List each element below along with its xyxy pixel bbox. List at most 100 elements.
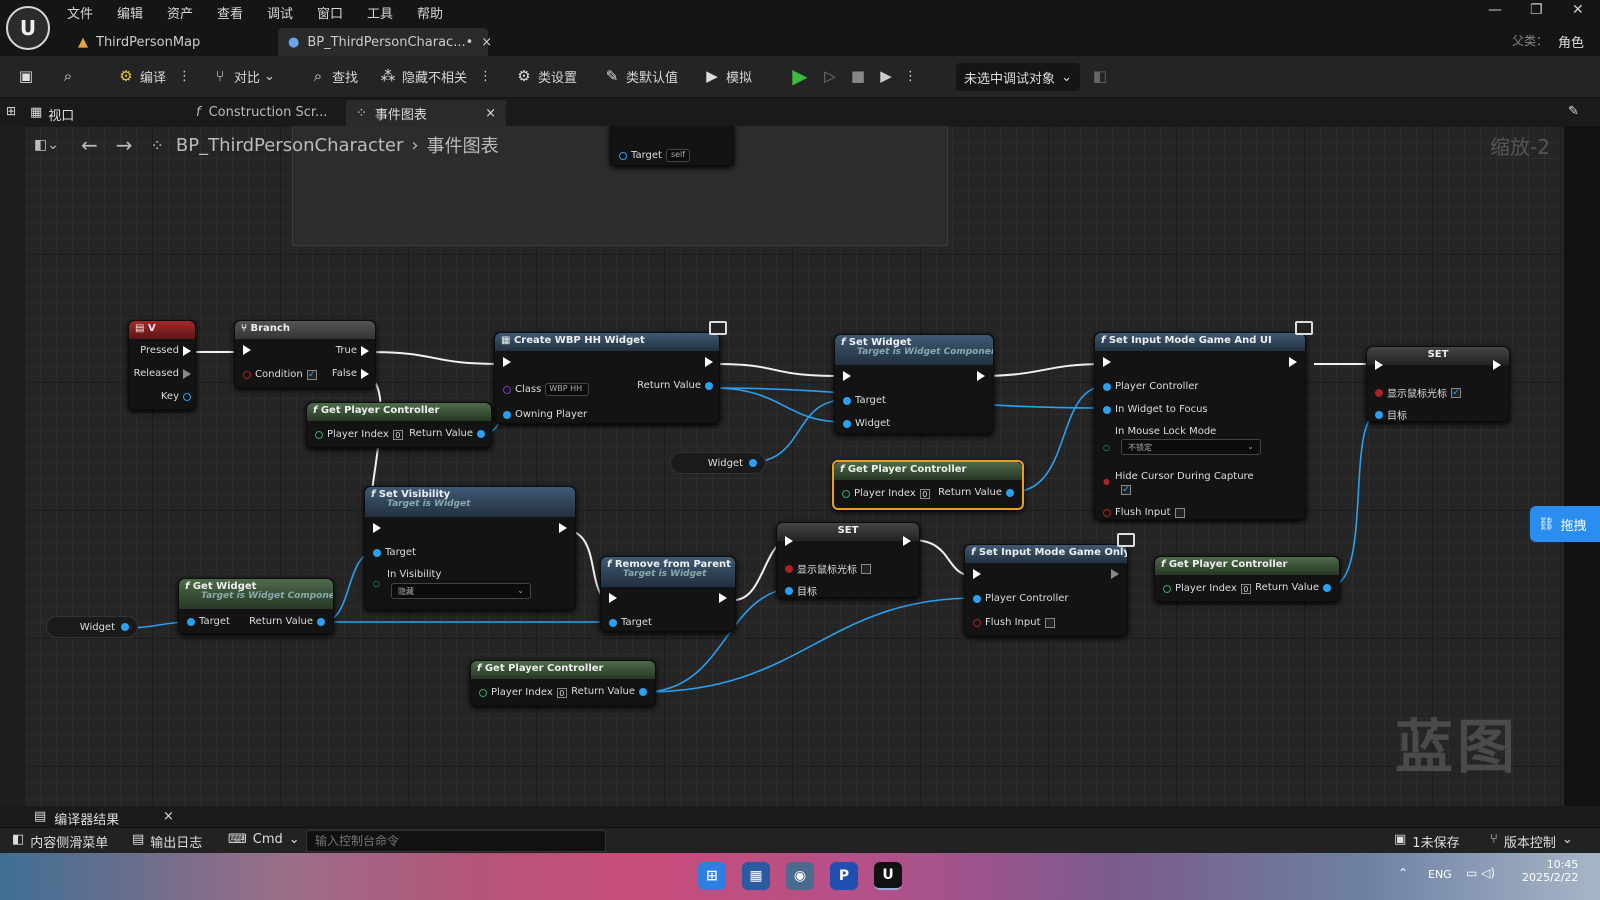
tab-event-graph[interactable]: ⁘ 事件图表 × bbox=[346, 100, 506, 126]
content-drawer-button[interactable]: ◧ 内容侧滑菜单 bbox=[12, 832, 108, 851]
flush-input-checkbox[interactable] bbox=[1174, 507, 1185, 518]
event-graph-canvas[interactable]: Target self ▤ V Pressed Released Key ⑂ Br… bbox=[24, 126, 1564, 806]
pencil-icon[interactable]: ✎ bbox=[1568, 104, 1579, 119]
exec-pin[interactable] bbox=[973, 569, 981, 579]
back-arrow-icon[interactable]: ← bbox=[81, 133, 98, 157]
variable-widget-2[interactable]: Widget bbox=[46, 616, 138, 638]
debug-object-select[interactable]: 未选中调试对象 ⌄ bbox=[956, 63, 1080, 91]
player-index-input[interactable]: 0 bbox=[556, 687, 567, 698]
exec-pin[interactable] bbox=[903, 536, 911, 546]
node-set-show-cursor-2[interactable]: SET 显示鼠标光标 目标 bbox=[776, 522, 920, 598]
exec-pin[interactable] bbox=[361, 345, 369, 356]
eject-button[interactable]: ▶ ⋮ bbox=[876, 66, 917, 86]
node-get-player-controller-1[interactable]: f Get Player Controller Player Index 0 Re… bbox=[306, 402, 492, 448]
bookmark-icon[interactable]: ◧⌄ bbox=[34, 137, 59, 153]
more-icon[interactable]: ⋮ bbox=[479, 69, 492, 84]
close-window-icon[interactable]: ✕ bbox=[1572, 2, 1584, 18]
unsaved-button[interactable]: ▣ 1未保存 bbox=[1394, 832, 1460, 851]
clock[interactable]: 10:45 2025/2/22 bbox=[1522, 858, 1578, 884]
return-value-pin[interactable] bbox=[705, 381, 713, 390]
menu-asset[interactable]: 资产 bbox=[167, 3, 193, 22]
node-set-widget[interactable]: f Set Widget Target is Widget Component T… bbox=[834, 334, 994, 434]
network-icon[interactable]: ▭ ◁) bbox=[1466, 866, 1495, 880]
return-value-pin[interactable] bbox=[317, 617, 325, 626]
menu-help[interactable]: 帮助 bbox=[417, 3, 443, 22]
mouse-lock-mode-select[interactable]: 不锁定 ⌄ bbox=[1121, 439, 1261, 455]
exec-pin[interactable] bbox=[183, 345, 191, 356]
language-indicator[interactable]: ENG bbox=[1428, 868, 1452, 881]
output-log-button[interactable]: ▤ 输出日志 bbox=[132, 832, 202, 851]
browse-button[interactable]: ⌕ bbox=[58, 66, 78, 86]
menu-window[interactable]: 窗口 bbox=[317, 3, 343, 22]
find-button[interactable]: ⌕ 查找 bbox=[308, 66, 358, 86]
player-index-input[interactable]: 0 bbox=[392, 429, 403, 440]
condition-checkbox[interactable]: ✓ bbox=[306, 369, 317, 380]
app-icon[interactable]: ◉ bbox=[786, 862, 814, 890]
node-branch[interactable]: ⑂ Branch True Condition ✓ False bbox=[234, 320, 376, 388]
cmd-select[interactable]: ⌨ Cmd ⌄ bbox=[228, 832, 300, 847]
return-value-pin[interactable] bbox=[639, 687, 647, 696]
hide-cursor-checkbox[interactable]: ✓ bbox=[1121, 485, 1131, 495]
tab-construction-script[interactable]: f Construction Scr... bbox=[196, 105, 327, 120]
node-get-player-controller-3[interactable]: f Get Player Controller Player Index 0 Re… bbox=[1154, 556, 1340, 602]
node-set-visibility[interactable]: f Set Visibility Target is Widget Target … bbox=[364, 486, 576, 610]
compile-button[interactable]: ⚙ 编译 ⋮ bbox=[116, 66, 191, 86]
variable-widget[interactable]: Widget bbox=[670, 452, 766, 474]
show-cursor-checkbox[interactable]: ✓ bbox=[1451, 387, 1461, 398]
exec-pin[interactable] bbox=[785, 536, 793, 546]
exec-pin[interactable] bbox=[361, 368, 369, 379]
class-select[interactable]: WBP HH bbox=[545, 383, 590, 396]
node-set-input-mode-game-and-ui[interactable]: f Set Input Mode Game And UI Player Cont… bbox=[1094, 321, 1313, 520]
exec-pin[interactable] bbox=[559, 523, 567, 533]
exec-pin[interactable] bbox=[1111, 569, 1119, 579]
breadcrumb-bp[interactable]: BP_ThirdPersonCharacter bbox=[176, 135, 403, 156]
hide-unrelated-button[interactable]: ⁂ 隐藏不相关 ⋮ bbox=[378, 66, 493, 86]
exec-pin[interactable] bbox=[183, 368, 191, 379]
diff-button[interactable]: ⑂ 对比 ⌄ bbox=[210, 66, 274, 86]
restore-icon[interactable]: ❐ bbox=[1530, 2, 1543, 18]
return-value-pin[interactable] bbox=[1006, 488, 1014, 497]
menu-debug[interactable]: 调试 bbox=[267, 3, 293, 22]
exec-pin[interactable] bbox=[503, 357, 511, 367]
tray-chevron-icon[interactable]: ⌃ bbox=[1398, 866, 1408, 880]
forward-arrow-icon[interactable]: → bbox=[116, 133, 133, 157]
class-defaults-button[interactable]: ✎ 类默认值 bbox=[602, 66, 678, 86]
simulate-button[interactable]: ▶ 模拟 bbox=[702, 66, 752, 86]
player-index-input[interactable]: 0 bbox=[1240, 583, 1251, 594]
node-create-widget[interactable]: ▦ Create WBP HH Widget Class WBP HH Retur… bbox=[494, 321, 727, 424]
store-icon[interactable]: ▦ bbox=[742, 862, 770, 890]
play-button[interactable]: ▶ bbox=[790, 64, 810, 88]
visibility-select[interactable]: 隐藏 ⌄ bbox=[391, 583, 531, 599]
key-pin[interactable] bbox=[183, 392, 191, 401]
return-value-pin[interactable] bbox=[477, 429, 485, 438]
exec-pin[interactable] bbox=[243, 345, 251, 355]
exec-pin[interactable] bbox=[843, 371, 851, 381]
floating-side-button[interactable]: ⛓ 拖拽 bbox=[1530, 506, 1600, 542]
minimize-icon[interactable]: — bbox=[1488, 2, 1502, 18]
exec-pin[interactable] bbox=[373, 523, 381, 533]
console-input[interactable] bbox=[306, 830, 606, 852]
windows-start-icon[interactable]: ⊞ bbox=[698, 862, 726, 890]
save-button[interactable]: ▣ bbox=[16, 66, 36, 86]
version-control-button[interactable]: ⑂ 版本控制 ⌄ bbox=[1490, 832, 1573, 851]
return-value-pin[interactable] bbox=[1323, 583, 1331, 592]
player-index-input[interactable]: 0 bbox=[919, 488, 930, 499]
frame-skip-button[interactable]: ▷ bbox=[820, 66, 840, 86]
debug-filter-button[interactable]: ◧ bbox=[1090, 66, 1110, 86]
tab-viewport[interactable]: ▦ 视口 bbox=[30, 105, 74, 124]
breadcrumb-graph[interactable]: 事件图表 bbox=[427, 132, 499, 158]
node-set-show-cursor-1[interactable]: SET 显示鼠标光标 ✓ 目标 bbox=[1366, 346, 1510, 422]
menu-view[interactable]: 查看 bbox=[217, 3, 243, 22]
exec-pin[interactable] bbox=[1289, 357, 1297, 367]
menu-tools[interactable]: 工具 bbox=[367, 3, 393, 22]
menu-file[interactable]: 文件 bbox=[67, 3, 93, 22]
parent-value[interactable]: 角色 bbox=[1558, 32, 1584, 51]
node-get-player-controller-4[interactable]: f Get Player Controller Player Index 0 Re… bbox=[470, 660, 656, 706]
more-icon[interactable]: ⋮ bbox=[178, 69, 191, 84]
exec-pin[interactable] bbox=[1493, 360, 1501, 370]
node-get-player-controller-2[interactable]: f Get Player Controller Player Index 0 Re… bbox=[832, 460, 1024, 510]
node-key-v[interactable]: ▤ V Pressed Released Key bbox=[128, 320, 196, 410]
node-get-widget[interactable]: f Get Widget Target is Widget Component T… bbox=[178, 578, 334, 634]
more-icon[interactable]: ⋮ bbox=[904, 69, 917, 84]
menu-edit[interactable]: 编辑 bbox=[117, 3, 143, 22]
